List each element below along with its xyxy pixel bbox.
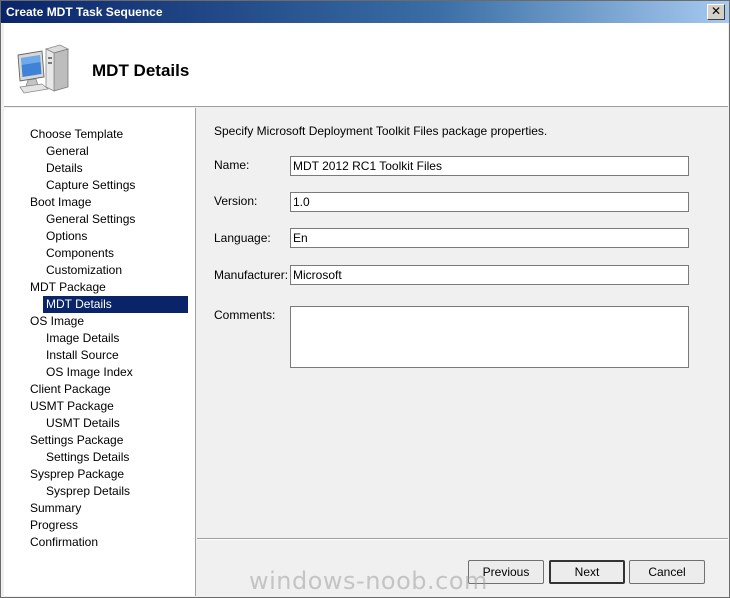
sidebar-item-label: OS Image bbox=[30, 314, 85, 328]
sidebar-item-label: Choose Template bbox=[30, 127, 124, 141]
watermark: windows-noob.com bbox=[249, 567, 488, 595]
sidebar-item-settings-details: Settings Details bbox=[4, 449, 196, 466]
sidebar-item-label: Confirmation bbox=[30, 535, 99, 549]
sidebar-item-mdt-package: MDT Package bbox=[4, 279, 196, 296]
sidebar-item-label: Progress bbox=[30, 518, 79, 532]
sidebar-item-label: Settings Package bbox=[30, 433, 124, 447]
version-label: Version: bbox=[214, 194, 258, 208]
sidebar-item-label: OS Image Index bbox=[46, 365, 133, 379]
sidebar-item-client-package: Client Package bbox=[4, 381, 196, 398]
page-heading: MDT Details bbox=[92, 61, 190, 80]
sidebar-item-label: USMT Details bbox=[46, 416, 120, 430]
sidebar-item-install-source: Install Source bbox=[4, 347, 196, 364]
footer-divider bbox=[197, 538, 728, 540]
sidebar-item-os-image-index: OS Image Index bbox=[4, 364, 196, 381]
next-button[interactable]: Next bbox=[549, 560, 625, 584]
sidebar-item-general: General bbox=[4, 143, 196, 160]
comments-label: Comments: bbox=[214, 308, 276, 322]
name-label: Name: bbox=[214, 158, 250, 172]
sidebar-item-options: Options bbox=[4, 228, 196, 245]
title-bar[interactable]: Create MDT Task Sequence ✕ bbox=[1, 1, 729, 23]
language-input[interactable] bbox=[290, 228, 689, 248]
sidebar-item-summary: Summary bbox=[4, 500, 196, 517]
wizard-content: Specify Microsoft Deployment Toolkit Fil… bbox=[197, 108, 728, 539]
computer-icon bbox=[17, 44, 70, 94]
sidebar-item-components: Components bbox=[4, 245, 196, 262]
sidebar-item-settings-package: Settings Package bbox=[4, 432, 196, 449]
sidebar-item-boot-image: Boot Image bbox=[4, 194, 196, 211]
sidebar-item-choose-template: Choose Template bbox=[4, 126, 196, 143]
sidebar-item-sysprep-details: Sysprep Details bbox=[4, 483, 196, 500]
sidebar-item-capture-settings: Capture Settings bbox=[4, 177, 196, 194]
manufacturer-label: Manufacturer: bbox=[214, 268, 289, 282]
instruction-text: Specify Microsoft Deployment Toolkit Fil… bbox=[214, 124, 548, 138]
sidebar-item-general-settings: General Settings bbox=[4, 211, 196, 228]
window-title: Create MDT Task Sequence bbox=[6, 5, 163, 19]
sidebar-item-os-image: OS Image bbox=[4, 313, 196, 330]
sidebar-item-image-details: Image Details bbox=[4, 330, 196, 347]
name-input[interactable] bbox=[290, 156, 689, 176]
close-icon: ✕ bbox=[710, 4, 722, 18]
sidebar-item-mdt-details: MDT Details bbox=[4, 296, 196, 313]
wizard-header: MDT Details bbox=[4, 23, 728, 107]
language-label: Language: bbox=[214, 231, 271, 245]
sidebar-item-label: General bbox=[46, 144, 89, 158]
sidebar-item-label: MDT Package bbox=[30, 280, 106, 294]
sidebar-item-label: Boot Image bbox=[30, 195, 92, 209]
sidebar-item-label: Sysprep Details bbox=[46, 484, 131, 498]
close-button[interactable]: ✕ bbox=[707, 4, 725, 20]
step-list: Choose Template General Details Capture Set… bbox=[4, 126, 196, 551]
version-input[interactable] bbox=[290, 192, 689, 212]
sidebar-item-label: Install Source bbox=[46, 348, 119, 362]
sidebar-item-sysprep-package: Sysprep Package bbox=[4, 466, 196, 483]
comments-textarea[interactable] bbox=[290, 306, 689, 368]
sidebar-item-label: Options bbox=[46, 229, 88, 243]
sidebar-item-label: Details bbox=[46, 161, 83, 175]
wizard-step-sidebar: Choose Template General Details Capture Set… bbox=[4, 108, 196, 596]
sidebar-item-label: Client Package bbox=[30, 382, 111, 396]
sidebar-item-label: General Settings bbox=[46, 212, 136, 226]
sidebar-item-label: Settings Details bbox=[46, 450, 130, 464]
sidebar-item-confirmation: Confirmation bbox=[4, 534, 196, 551]
sidebar-item-usmt-details: USMT Details bbox=[4, 415, 196, 432]
sidebar-item-label: MDT Details bbox=[43, 296, 188, 313]
sidebar-item-label: Components bbox=[46, 246, 115, 260]
sidebar-item-label: USMT Package bbox=[30, 399, 114, 413]
sidebar-item-details: Details bbox=[4, 160, 196, 177]
sidebar-item-label: Capture Settings bbox=[46, 178, 136, 192]
cancel-button[interactable]: Cancel bbox=[629, 560, 705, 584]
sidebar-item-label: Sysprep Package bbox=[30, 467, 125, 481]
sidebar-item-progress: Progress bbox=[4, 517, 196, 534]
sidebar-item-usmt-package: USMT Package bbox=[4, 398, 196, 415]
wizard-window: Create MDT Task Sequence ✕ MDT Details C… bbox=[0, 0, 730, 598]
sidebar-item-customization: Customization bbox=[4, 262, 196, 279]
sidebar-item-label: Image Details bbox=[46, 331, 120, 345]
manufacturer-input[interactable] bbox=[290, 265, 689, 285]
sidebar-item-label: Summary bbox=[30, 501, 82, 515]
sidebar-item-label: Customization bbox=[46, 263, 123, 277]
